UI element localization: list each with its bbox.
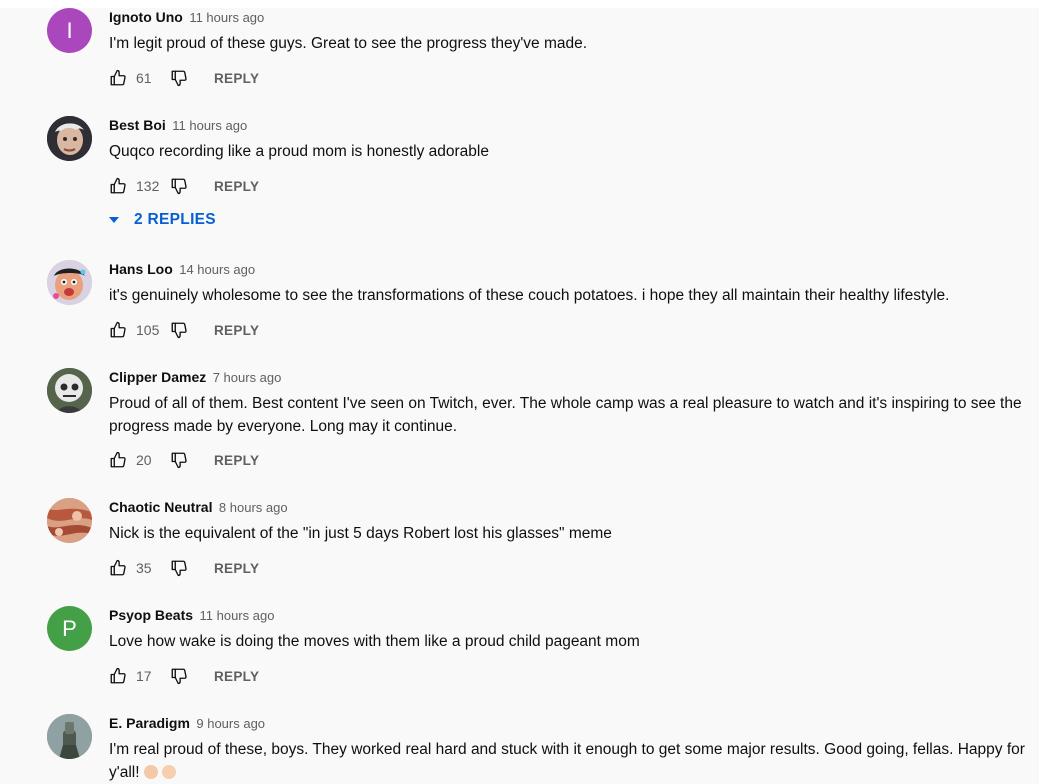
like-count: 61: [136, 70, 152, 86]
avatar-letter: I: [66, 17, 73, 43]
comment-time[interactable]: 14 hours ago: [179, 262, 255, 277]
avatar-letter: P: [62, 615, 77, 641]
dislike-icon[interactable]: [170, 69, 188, 87]
like-icon[interactable]: [109, 667, 127, 685]
comment-header: Psyop Beats 11 hours ago: [109, 606, 1035, 624]
like-count: 35: [136, 560, 152, 576]
avatar[interactable]: [47, 116, 92, 161]
author-name[interactable]: Psyop Beats: [109, 607, 193, 623]
reply-button[interactable]: REPLY: [214, 453, 259, 468]
author-name[interactable]: Hans Loo: [109, 261, 173, 277]
comment-header: Ignoto Uno 11 hours ago: [109, 8, 1035, 26]
comment-header: Best Boi 11 hours ago: [109, 116, 1035, 134]
reply-button[interactable]: REPLY: [214, 561, 259, 576]
comment-time[interactable]: 11 hours ago: [189, 10, 264, 25]
avatar-photo: [47, 498, 92, 543]
like-count: 132: [136, 178, 160, 194]
comment-actions: 132 REPLY: [109, 176, 259, 196]
comment-body: Clipper Damez 7 hours ago Proud of all o…: [109, 368, 1035, 438]
comment-body: Hans Loo 14 hours ago it's genuinely who…: [109, 260, 1035, 307]
comment-header: Hans Loo 14 hours ago: [109, 260, 1035, 278]
dislike-icon[interactable]: [170, 559, 188, 577]
replies-count-label: 2 REPLIES: [134, 211, 216, 228]
comment-text-content: I'm real proud of these, boys. They work…: [109, 741, 1030, 781]
comment-body: Best Boi 11 hours ago Quqco recording li…: [109, 116, 1035, 163]
reply-button[interactable]: REPLY: [214, 71, 259, 86]
comment-text: Quqco recording like a proud mom is hone…: [109, 143, 489, 160]
author-name[interactable]: Clipper Damez: [109, 369, 206, 385]
avatar[interactable]: [47, 260, 92, 305]
avatar-photo: [47, 368, 92, 413]
reply-button[interactable]: REPLY: [214, 669, 259, 684]
comment-text: Nick is the equivalent of the "in just 5…: [109, 525, 612, 542]
reply-button[interactable]: REPLY: [214, 323, 259, 338]
comment-actions: 105 REPLY: [109, 320, 259, 340]
like-count: 17: [136, 668, 152, 684]
dislike-icon[interactable]: [170, 321, 188, 339]
caret-down-icon: [109, 217, 119, 223]
comment-text: I'm real proud of these, boys. They work…: [109, 738, 1035, 784]
avatar-photo: [47, 260, 92, 305]
avatar[interactable]: I: [47, 8, 92, 53]
comment-text: Proud of all of them. Best content I've …: [109, 395, 1026, 435]
comments-section: I Ignoto Uno 11 hours ago I'm legit prou…: [0, 0, 1045, 784]
comment-actions: 61 REPLY: [109, 68, 259, 88]
comment-actions: 17 REPLY: [109, 666, 259, 686]
comment-body: Psyop Beats 11 hours ago Love how wake i…: [109, 606, 1035, 653]
comment-time[interactable]: 11 hours ago: [172, 118, 247, 133]
comment-time[interactable]: 11 hours ago: [200, 608, 275, 623]
comment-header: Clipper Damez 7 hours ago: [109, 368, 1035, 386]
avatar[interactable]: [47, 498, 92, 543]
like-icon[interactable]: [109, 321, 127, 339]
comment-actions: 20 REPLY: [109, 450, 259, 470]
avatar[interactable]: P: [47, 606, 92, 651]
comment-text: it's genuinely wholesome to see the tran…: [109, 287, 950, 304]
reply-button[interactable]: REPLY: [214, 179, 259, 194]
ok-hand-icon: [161, 765, 176, 779]
like-count: 105: [136, 322, 160, 338]
top-edge: [0, 0, 1045, 8]
comment-text: I'm legit proud of these guys. Great to …: [109, 35, 588, 52]
comment-time[interactable]: 8 hours ago: [219, 500, 288, 515]
right-edge: [1039, 0, 1045, 784]
comment-body: Chaotic Neutral 8 hours ago Nick is the …: [109, 498, 1035, 545]
like-icon[interactable]: [109, 451, 127, 469]
like-icon[interactable]: [109, 559, 127, 577]
comment-time[interactable]: 7 hours ago: [213, 370, 282, 385]
avatar-photo: [47, 714, 92, 759]
comment-text: Love how wake is doing the moves with th…: [109, 633, 640, 650]
flexed-biceps-icon: [143, 765, 158, 779]
like-icon[interactable]: [109, 69, 127, 87]
dislike-icon[interactable]: [170, 177, 188, 195]
comment-body: E. Paradigm 9 hours ago I'm real proud o…: [109, 714, 1035, 784]
dislike-icon[interactable]: [170, 451, 188, 469]
comment-time[interactable]: 9 hours ago: [196, 716, 265, 731]
author-name[interactable]: Chaotic Neutral: [109, 499, 212, 515]
like-icon[interactable]: [109, 177, 127, 195]
avatar-photo: [47, 116, 92, 161]
avatar[interactable]: [47, 714, 92, 759]
author-name[interactable]: Ignoto Uno: [109, 9, 183, 25]
author-name[interactable]: Best Boi: [109, 117, 166, 133]
comment-header: E. Paradigm 9 hours ago: [109, 714, 1035, 732]
dislike-icon[interactable]: [170, 667, 188, 685]
avatar[interactable]: [47, 368, 92, 413]
author-name[interactable]: E. Paradigm: [109, 715, 190, 731]
view-replies-button[interactable]: 2 REPLIES: [107, 210, 216, 230]
comment-actions: 35 REPLY: [109, 558, 259, 578]
comment-body: Ignoto Uno 11 hours ago I'm legit proud …: [109, 8, 1035, 55]
comment-header: Chaotic Neutral 8 hours ago: [109, 498, 1035, 516]
like-count: 20: [136, 452, 152, 468]
